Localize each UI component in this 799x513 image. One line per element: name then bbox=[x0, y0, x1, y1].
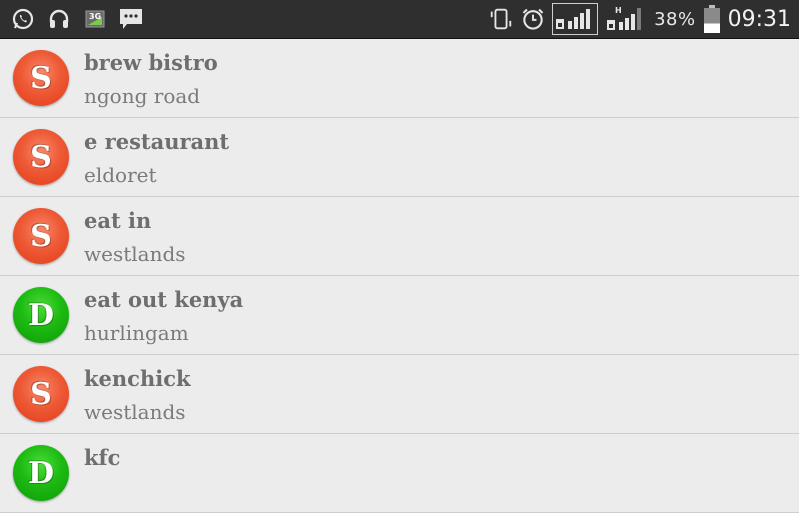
list-item-title: eat out kenya bbox=[84, 287, 244, 312]
green-avatar-icon: D bbox=[13, 445, 69, 501]
list-item-subtitle: westlands bbox=[84, 242, 186, 266]
avatar-letter: S bbox=[30, 60, 52, 96]
battery-icon bbox=[702, 5, 722, 33]
list-item[interactable]: Deat out kenya hurlingam bbox=[0, 276, 799, 355]
list-item[interactable]: Se restaurant eldoret bbox=[0, 118, 799, 197]
avatar-letter: D bbox=[27, 455, 54, 491]
avatar-letter: S bbox=[30, 218, 52, 254]
restaurant-list: Sbrew bistro ngong road Se restaurant eldor… bbox=[0, 39, 799, 513]
signal-sim1-icon bbox=[552, 3, 599, 35]
list-item-title: kenchick bbox=[84, 366, 191, 391]
signal-sim2-icon: H bbox=[604, 6, 648, 32]
status-bar: 3G H 38% 09:31 bbox=[0, 0, 799, 39]
red-avatar-icon: S bbox=[13, 129, 69, 185]
list-item-subtitle: ngong road bbox=[84, 84, 201, 108]
green-avatar-icon: D bbox=[13, 287, 69, 343]
list-item-subtitle: eldoret bbox=[84, 163, 157, 187]
list-item[interactable]: Skenchick westlands bbox=[0, 355, 799, 434]
vibrate-icon bbox=[488, 6, 514, 32]
list-item-subtitle: hurlingam bbox=[84, 321, 189, 345]
list-item[interactable]: Seat in westlands bbox=[0, 197, 799, 276]
list-item-title: brew bistro bbox=[84, 50, 218, 75]
avatar-letter: D bbox=[27, 297, 54, 333]
avatar-letter: S bbox=[30, 139, 52, 175]
battery-percent: 38% bbox=[654, 8, 696, 30]
list-item[interactable]: Sbrew bistro ngong road bbox=[0, 39, 799, 118]
list-item[interactable]: Dkfc bbox=[0, 434, 799, 513]
red-avatar-icon: S bbox=[13, 366, 69, 422]
network-h-label: H bbox=[615, 6, 622, 15]
list-item-title: kfc bbox=[84, 445, 121, 470]
whatsapp-icon bbox=[10, 6, 36, 32]
system-icons: H 38% 09:31 bbox=[488, 3, 791, 35]
3g-data-icon: 3G bbox=[82, 6, 108, 32]
red-avatar-icon: S bbox=[13, 208, 69, 264]
3g-label: 3G bbox=[89, 12, 101, 21]
list-item-title: e restaurant bbox=[84, 129, 230, 154]
notification-icons: 3G bbox=[10, 6, 144, 32]
red-avatar-icon: S bbox=[13, 50, 69, 106]
list-item-title: eat in bbox=[84, 208, 152, 233]
message-icon bbox=[118, 6, 144, 32]
headphones-icon bbox=[46, 6, 72, 32]
alarm-icon bbox=[520, 6, 546, 32]
list-item-subtitle: westlands bbox=[84, 400, 186, 424]
clock-time: 09:31 bbox=[727, 6, 791, 32]
avatar-letter: S bbox=[30, 376, 52, 412]
